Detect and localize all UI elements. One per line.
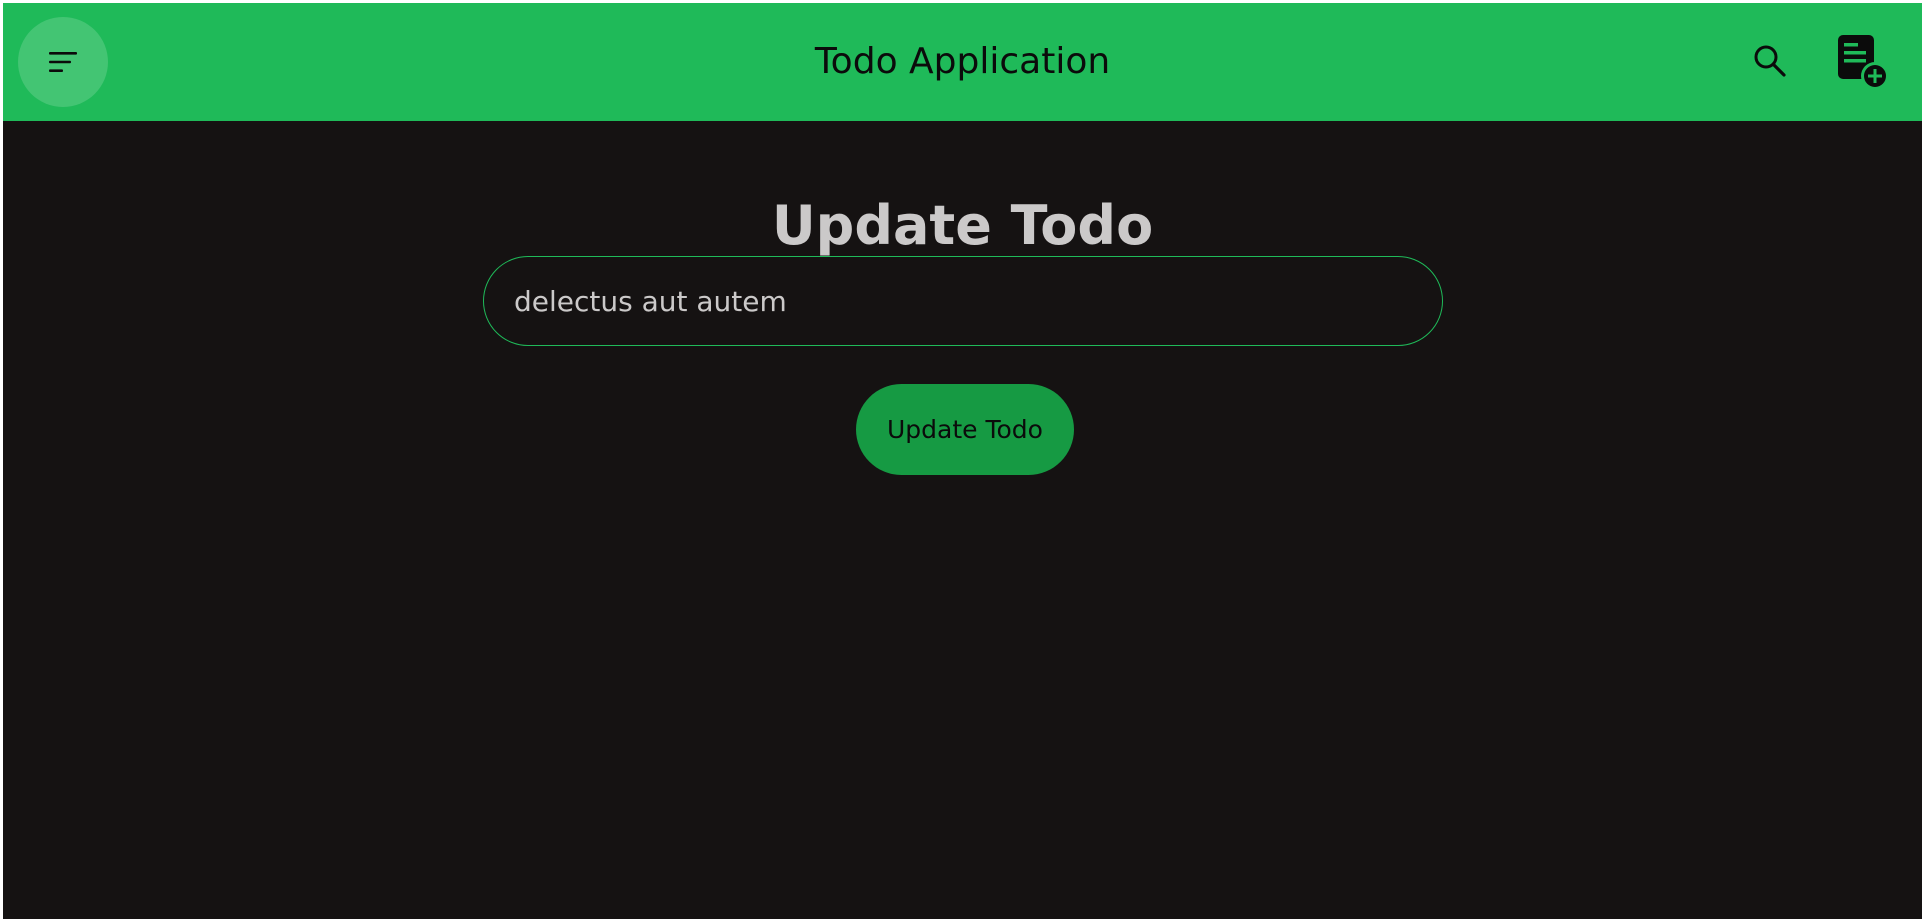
app-window: Todo Application Update Todo Update Todo bbox=[3, 3, 1922, 919]
add-todo-button[interactable] bbox=[1835, 33, 1891, 91]
search-icon bbox=[1754, 45, 1786, 77]
todo-title-input[interactable] bbox=[483, 256, 1443, 346]
menu-button[interactable] bbox=[18, 17, 108, 107]
menu-lines-icon bbox=[49, 52, 77, 72]
top-app-bar: Todo Application bbox=[3, 3, 1922, 121]
add-note-icon bbox=[1838, 35, 1889, 90]
app-title: Todo Application bbox=[814, 41, 1111, 82]
page-title: Update Todo bbox=[771, 194, 1154, 258]
update-todo-button[interactable]: Update Todo bbox=[856, 384, 1074, 475]
search-button[interactable] bbox=[1750, 41, 1790, 81]
